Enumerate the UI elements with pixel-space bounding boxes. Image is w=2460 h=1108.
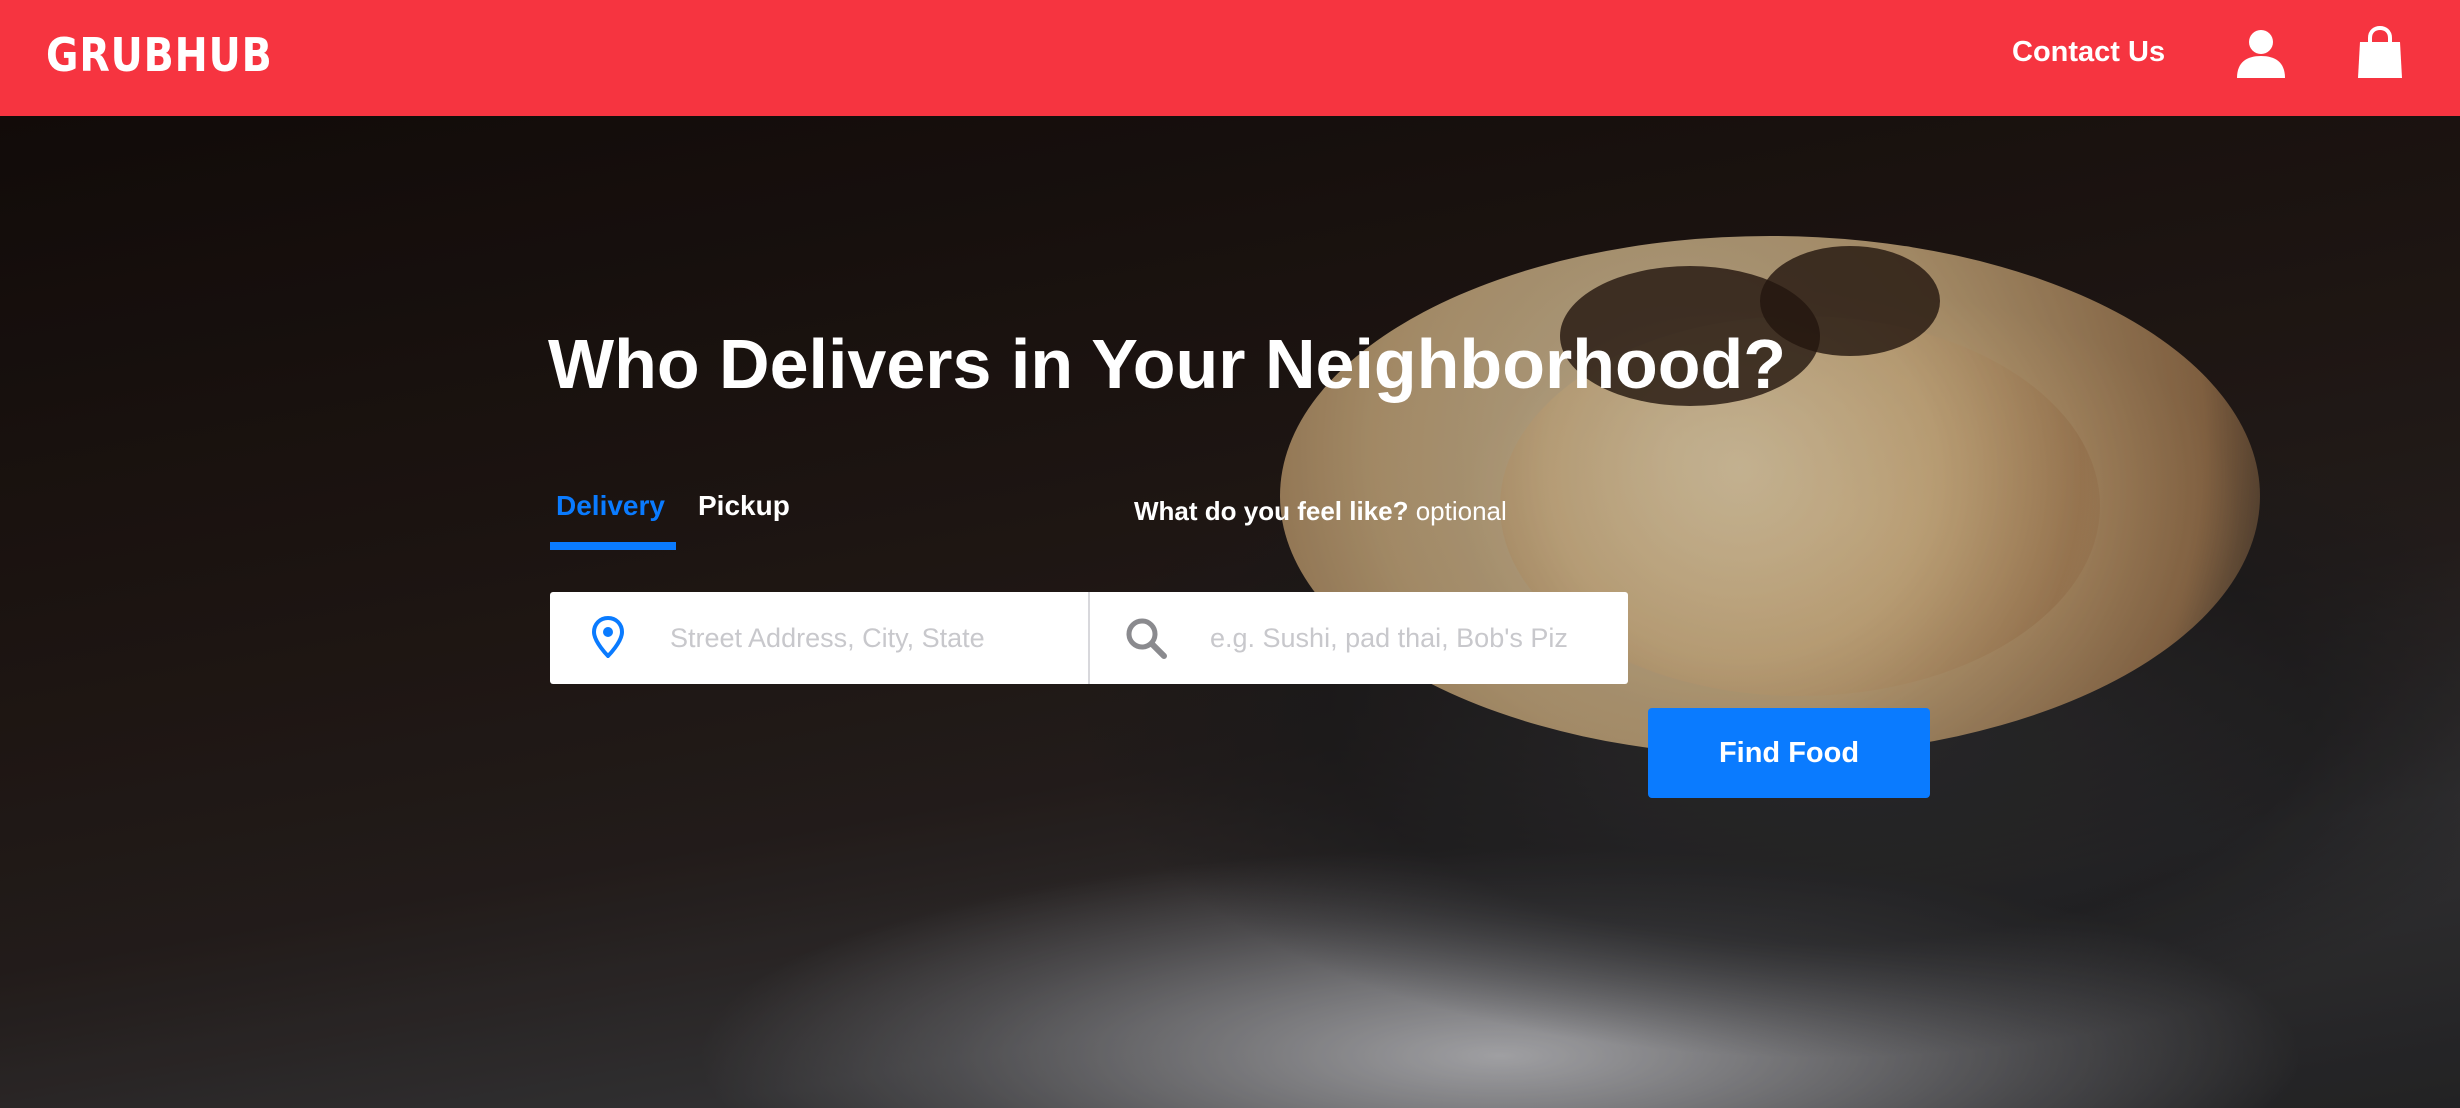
active-tab-indicator — [550, 542, 676, 550]
find-food-button[interactable]: Find Food — [1648, 708, 1930, 798]
location-pin-icon — [592, 616, 624, 658]
food-preference-question: What do you feel like? — [1134, 496, 1409, 526]
shopping-bag-icon[interactable] — [2356, 26, 2404, 80]
contact-us-link[interactable]: Contact Us — [2012, 36, 2165, 69]
food-search-input[interactable] — [1210, 610, 1610, 666]
optional-label: optional — [1415, 496, 1507, 526]
search-form — [550, 592, 1628, 684]
grubhub-logo[interactable]: GRUBHUB — [46, 28, 273, 82]
address-input[interactable] — [670, 610, 1070, 666]
page-title: Who Delivers in Your Neighborhood? — [548, 325, 1786, 403]
hero-section: Who Delivers in Your Neighborhood? Deliv… — [0, 116, 2460, 1108]
tab-pickup[interactable]: Pickup — [698, 490, 790, 522]
search-icon — [1126, 618, 1167, 659]
tab-delivery[interactable]: Delivery — [556, 490, 665, 522]
top-header: GRUBHUB Contact Us — [0, 0, 2460, 116]
user-icon[interactable] — [2234, 26, 2288, 80]
food-preference-label: What do you feel like? optional — [1134, 496, 1507, 527]
search-divider — [1088, 592, 1090, 684]
